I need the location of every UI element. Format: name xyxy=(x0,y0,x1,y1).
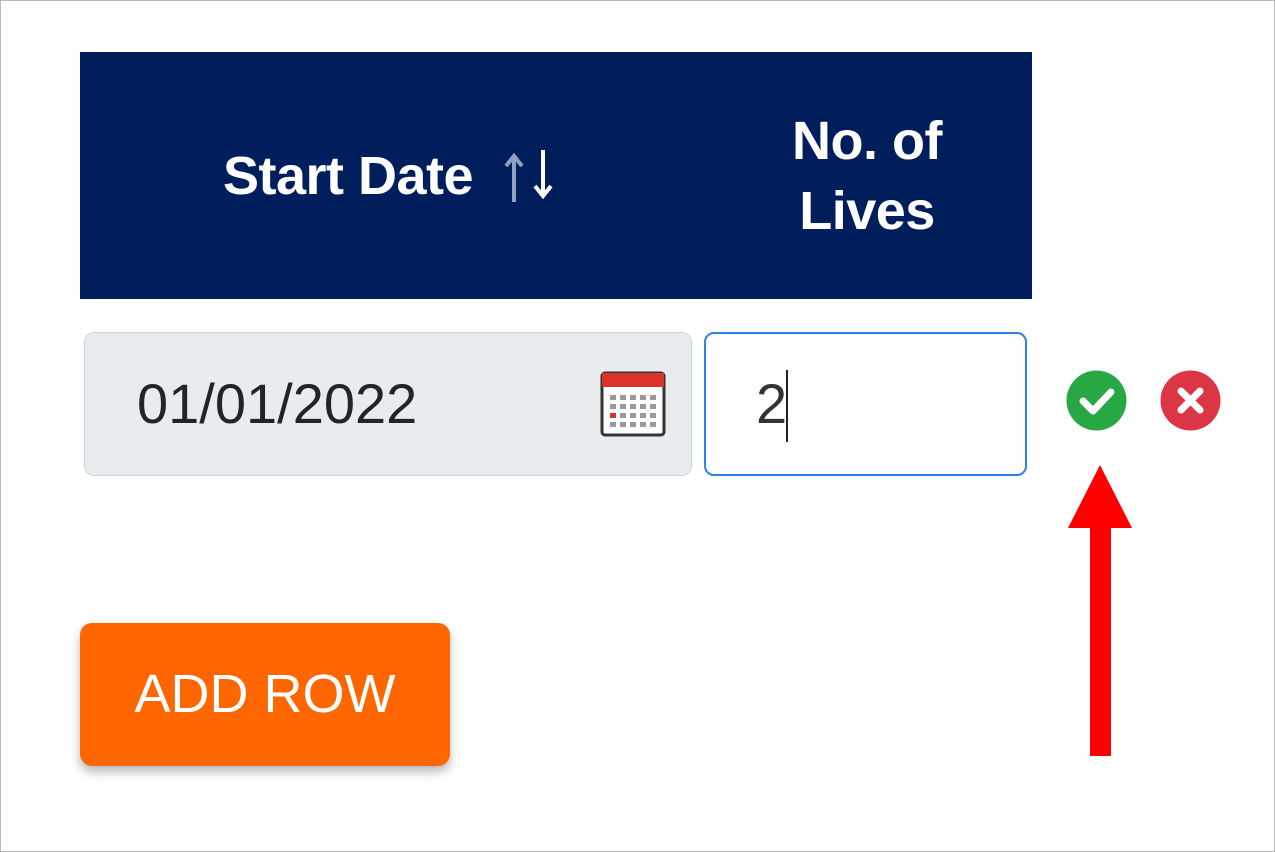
calendar-icon[interactable] xyxy=(600,369,666,437)
column-header-label: Start Date xyxy=(222,145,474,206)
add-row-button[interactable]: ADD ROW xyxy=(80,623,450,766)
column-header-label: No. of Lives xyxy=(792,110,942,241)
column-header-no-of-lives: No. of Lives xyxy=(702,52,1032,299)
sort-arrows-icon[interactable] xyxy=(503,146,559,206)
no-of-lives-input[interactable]: 2 xyxy=(704,332,1027,476)
red-arrow-up-icon xyxy=(1065,461,1135,761)
no-of-lives-value: 2 xyxy=(756,372,788,435)
screenshot-frame: Start Date No. of Lives 01/01/2022 2 ADD… xyxy=(0,0,1275,852)
cancel-x-icon[interactable] xyxy=(1160,370,1221,431)
start-date-value: 01/01/2022 xyxy=(137,372,418,435)
column-header-start-date[interactable]: Start Date xyxy=(80,52,702,299)
table-header: Start Date No. of Lives xyxy=(80,52,1032,299)
confirm-check-icon[interactable] xyxy=(1066,370,1127,431)
text-cursor xyxy=(786,370,788,442)
start-date-field[interactable]: 01/01/2022 xyxy=(84,332,692,476)
